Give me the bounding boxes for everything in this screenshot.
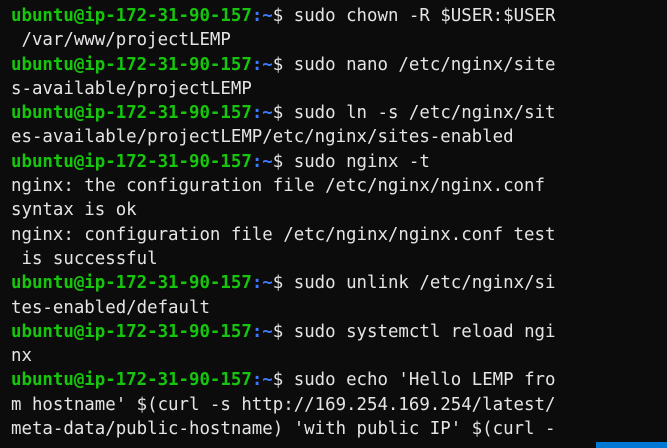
output-text: m hostname' $(curl -s http://169.254.169… [11, 394, 556, 415]
prompt-separator: : [251, 151, 263, 172]
prompt-path: ~ [262, 151, 273, 172]
prompt-symbol: $ [272, 6, 284, 26]
output-line: nx [11, 344, 556, 368]
prompt-user-host: ubuntu@ip-172-31-90-157 [11, 151, 252, 172]
prompt-symbol: $ [272, 321, 284, 342]
command-text: sudo chown -R $USER:$USER [283, 6, 556, 26]
output-text: syntax is ok [11, 200, 137, 221]
command-text: sudo nginx -t [283, 151, 430, 172]
taskbar-accent-strip [596, 442, 667, 448]
output-line: m hostname' $(curl -s http://169.254.169… [11, 393, 556, 417]
output-text: s-available/projectLEMP [11, 78, 252, 99]
command-text: sudo ln -s /etc/nginx/sit [283, 103, 556, 124]
output-text: nginx: the configuration file /etc/nginx… [11, 176, 545, 197]
prompt-user-host: ubuntu@ip-172-31-90-157 [11, 103, 252, 124]
command-text: sudo unlink /etc/nginx/si [283, 273, 556, 294]
prompt-path: ~ [262, 6, 273, 26]
output-text: is successful [11, 248, 158, 269]
prompt-separator: : [251, 273, 263, 294]
output-line: is successful [11, 247, 556, 271]
output-line: syntax is ok [11, 198, 556, 222]
prompt-path: ~ [262, 54, 273, 75]
prompt-user-host: ubuntu@ip-172-31-90-157 [11, 321, 252, 342]
output-line: s-available/projectLEMP [11, 77, 556, 101]
output-text: meta-data/public-hostname) 'with public … [11, 419, 556, 440]
prompt-line: ubuntu@ip-172-31-90-157:~$ sudo systemct… [11, 320, 556, 344]
prompt-line: ubuntu@ip-172-31-90-157:~$ sudo echo 'He… [11, 368, 556, 392]
prompt-path: ~ [262, 321, 273, 342]
output-line: /var/www/projectLEMP [11, 28, 556, 52]
prompt-line: ubuntu@ip-172-31-90-157:~$ sudo unlink /… [11, 271, 556, 295]
prompt-line: ubuntu@ip-172-31-90-157:~$ sudo ln -s /e… [11, 101, 556, 125]
prompt-line: ubuntu@ip-172-31-90-157:~$ sudo nginx -t [11, 150, 556, 174]
prompt-separator: : [251, 6, 263, 26]
prompt-separator: : [251, 321, 263, 342]
prompt-separator: : [251, 370, 263, 391]
output-text: nx [11, 346, 32, 367]
prompt-line: ubuntu@ip-172-31-90-157:~$ sudo nano /et… [11, 53, 556, 77]
output-line: es-available/projectLEMP/etc/nginx/sites… [11, 125, 556, 149]
output-text: nginx: configuration file /etc/nginx/ngi… [11, 224, 556, 245]
prompt-path: ~ [262, 103, 273, 124]
output-line: nginx: configuration file /etc/nginx/ngi… [11, 223, 556, 247]
terminal-output[interactable]: ubuntu@ip-172-31-90-157:~$ sudo chown -R… [11, 4, 556, 441]
output-text: es-available/projectLEMP/etc/nginx/sites… [11, 127, 514, 148]
prompt-path: ~ [262, 273, 273, 294]
prompt-separator: : [251, 103, 263, 124]
output-text: /var/www/projectLEMP [11, 30, 231, 51]
command-text: sudo echo 'Hello LEMP fro [283, 370, 556, 391]
command-text: sudo nano /etc/nginx/site [283, 54, 556, 75]
prompt-separator: : [251, 54, 263, 75]
terminal-window[interactable]: ubuntu@ip-172-31-90-157:~$ sudo chown -R… [0, 0, 667, 448]
prompt-path: ~ [262, 370, 273, 391]
prompt-symbol: $ [272, 370, 284, 391]
prompt-symbol: $ [272, 103, 284, 124]
output-line: tes-enabled/default [11, 296, 556, 320]
output-text: tes-enabled/default [11, 297, 210, 318]
prompt-line: ubuntu@ip-172-31-90-157:~$ sudo chown -R… [11, 4, 556, 28]
prompt-user-host: ubuntu@ip-172-31-90-157 [11, 54, 252, 75]
prompt-symbol: $ [272, 273, 284, 294]
prompt-user-host: ubuntu@ip-172-31-90-157 [11, 370, 252, 391]
prompt-user-host: ubuntu@ip-172-31-90-157 [11, 6, 252, 26]
terminal-scrollbar[interactable] [659, 0, 667, 448]
prompt-user-host: ubuntu@ip-172-31-90-157 [11, 273, 252, 294]
output-line: meta-data/public-hostname) 'with public … [11, 417, 556, 441]
prompt-symbol: $ [272, 54, 284, 75]
command-text: sudo systemctl reload ngi [283, 321, 556, 342]
output-line: nginx: the configuration file /etc/nginx… [11, 174, 556, 198]
prompt-symbol: $ [272, 151, 284, 172]
